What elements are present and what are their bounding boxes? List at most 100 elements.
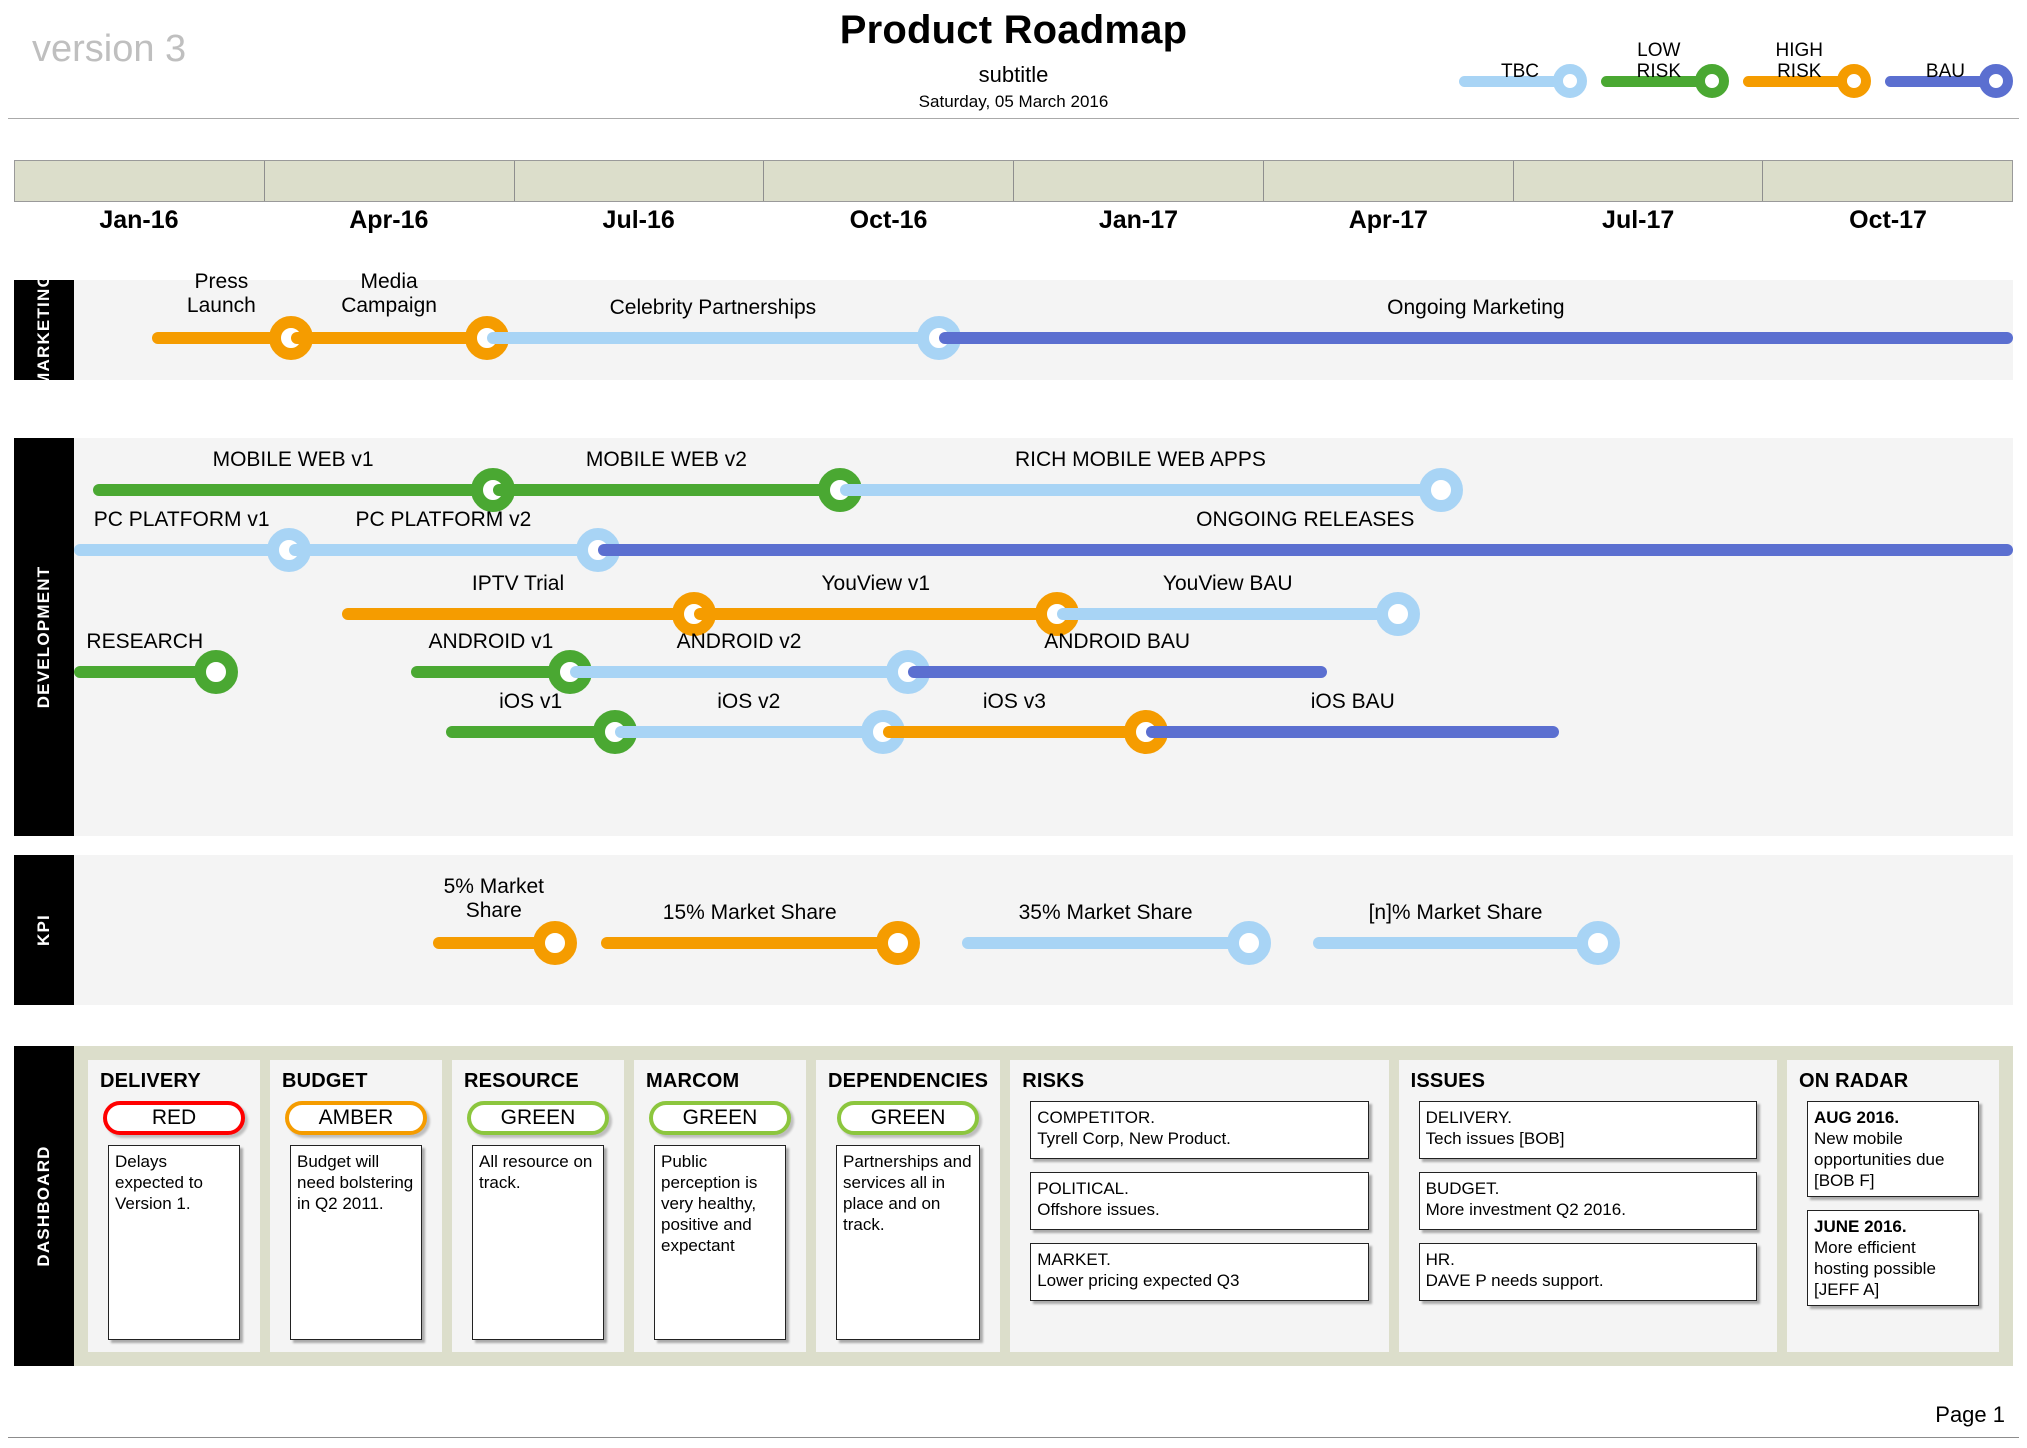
legend-item-high-risk: HIGH RISK <box>1743 40 1871 98</box>
milestone-label: IPTV Trial <box>471 572 565 595</box>
axis-cell <box>764 161 1014 201</box>
milestone-bar[interactable] <box>291 332 487 344</box>
milestone-bar[interactable] <box>614 726 883 738</box>
milestone-bar[interactable] <box>289 544 598 556</box>
milestone-bar[interactable] <box>446 726 615 738</box>
note-heading: HR. <box>1425 1250 1455 1269</box>
milestone-node-icon[interactable] <box>1576 921 1621 965</box>
milestone-label: 35% Market Share <box>1018 901 1193 924</box>
legend-label: HIGH RISK <box>1775 40 1824 82</box>
milestone-label: YouView v1 <box>821 572 931 595</box>
milestone-label: YouView BAU <box>1162 572 1293 595</box>
milestone-node-icon[interactable] <box>1227 921 1272 965</box>
milestone-bar[interactable] <box>839 484 1441 496</box>
note-body: Offshore issues. <box>1037 1200 1160 1219</box>
status-badge[interactable]: GREEN <box>467 1101 609 1135</box>
milestone-bar[interactable] <box>962 937 1250 949</box>
milestone-bar[interactable] <box>93 484 493 496</box>
dashboard-card-marcom: MARCOM GREEN Public perception is very hea… <box>634 1060 806 1352</box>
milestone-bar[interactable] <box>411 666 571 678</box>
status-badge[interactable]: RED <box>103 1101 245 1135</box>
axis-cell <box>1014 161 1264 201</box>
page-number: Page 1 <box>1935 1402 2005 1427</box>
axis-cell <box>1264 161 1514 201</box>
milestone-label: iOS v3 <box>982 690 1046 713</box>
milestone-bar[interactable] <box>487 332 939 344</box>
dashboard-card-issues: ISSUES DELIVERY. Tech issues [BOB] BUDGET. M… <box>1398 1060 1777 1352</box>
legend-node-icon <box>1695 64 1729 98</box>
status-badge[interactable]: AMBER <box>285 1101 427 1135</box>
milestone-bar[interactable] <box>907 666 1327 678</box>
milestone-bar[interactable] <box>938 332 2013 344</box>
milestone-bar[interactable] <box>694 608 1058 620</box>
milestone-bar[interactable] <box>882 726 1147 738</box>
note-heading: BUDGET. <box>1425 1179 1500 1198</box>
card-title: ISSUES <box>1410 1070 1486 1092</box>
note-heading: JUNE 2016. <box>1814 1217 1907 1236</box>
milestone-bar[interactable] <box>74 544 290 556</box>
milestone-label: ANDROID BAU <box>1044 630 1191 653</box>
note-body: New mobile opportunities due [BOB F] <box>1814 1129 1945 1190</box>
lane-development: DEVELOPMENT MOBILE WEB v1 MOBILE WEB v2 RIC… <box>14 438 2013 836</box>
axis-tick-label: Jan-16 <box>99 206 179 234</box>
card-note: HR. DAVE P needs support. <box>1418 1243 1757 1301</box>
milestone-bar[interactable] <box>492 484 840 496</box>
milestone-bar[interactable] <box>597 544 2013 556</box>
milestone-bar[interactable] <box>341 608 695 620</box>
card-title: DEPENDENCIES <box>828 1070 989 1092</box>
card-title: RISKS <box>1022 1070 1085 1092</box>
lane-body: 5% Market Share 15% Market Share 35% Market… <box>74 855 2013 1005</box>
status-badge[interactable]: GREEN <box>649 1101 791 1135</box>
card-note: POLITICAL. Offshore issues. <box>1030 1172 1369 1230</box>
milestone-label: PC PLATFORM v1 <box>93 508 270 531</box>
axis-tick-label: Oct-17 <box>1849 206 1927 234</box>
milestone-label: RICH MOBILE WEB APPS <box>1014 448 1266 471</box>
note-body: DAVE P needs support. <box>1425 1271 1604 1290</box>
note-heading: MARKET. <box>1037 1250 1111 1269</box>
lane-kpi: KPI 5% Market Share 15% Market Share 35% Mar… <box>14 855 2013 1005</box>
note-body: Lower pricing expected Q3 <box>1037 1271 1240 1290</box>
card-note: COMPETITOR. Tyrell Corp, New Product. <box>1030 1101 1369 1159</box>
lane-body: Press Launch Media Campaign Celebrity Partne… <box>74 270 2013 380</box>
axis-cell <box>15 161 265 201</box>
milestone-bar[interactable] <box>1146 726 1560 738</box>
axis-tick-label: Jul-16 <box>602 206 675 234</box>
legend-item-bau: BAU <box>1885 61 2013 98</box>
dashboard-lane: DASHBOARD DELIVERY RED Delays expected to V… <box>14 1046 2013 1366</box>
note-body: More investment Q2 2016. <box>1425 1200 1626 1219</box>
note-heading: POLITICAL. <box>1037 1179 1129 1198</box>
milestone-label: 5% Market Share <box>443 875 544 922</box>
legend-node-icon <box>1979 64 2013 98</box>
card-title: RESOURCE <box>464 1070 579 1092</box>
axis-tick-label: Apr-17 <box>1348 206 1428 234</box>
milestone-label: iOS BAU <box>1310 690 1395 713</box>
card-note: All resource on track. <box>472 1145 604 1340</box>
milestone-label: MOBILE WEB v2 <box>585 448 747 471</box>
lane-body: MOBILE WEB v1 MOBILE WEB v2 RICH MOBILE WE… <box>74 438 2013 836</box>
legend-label: BAU <box>1925 61 1965 82</box>
roadmap-page: version 3 Product Roadmap subtitle Satur… <box>0 0 2027 1448</box>
milestone-node-icon[interactable] <box>1418 468 1463 512</box>
axis-tick-label: Oct-16 <box>849 206 928 234</box>
dashboard-card-dependencies: DEPENDENCIES GREEN Partnerships and servic… <box>816 1060 1001 1352</box>
milestone-bar[interactable] <box>1057 608 1399 620</box>
note-stack: DELIVERY. Tech issues [BOB] BUDGET. More in… <box>1418 1101 1757 1301</box>
milestone-node-icon[interactable] <box>876 921 921 965</box>
milestone-bar[interactable] <box>570 666 908 678</box>
milestone-node-icon[interactable] <box>1376 592 1421 636</box>
lane-label-kpi: KPI <box>14 855 74 1005</box>
milestone-label: 15% Market Share <box>662 901 837 924</box>
footer-divider <box>8 1437 2019 1438</box>
note-body: Tech issues [BOB] <box>1425 1129 1565 1148</box>
note-stack: AUG 2016. New mobile opportunities due [B… <box>1807 1101 1979 1306</box>
status-badge[interactable]: GREEN <box>837 1101 980 1135</box>
axis-tick-label: Apr-16 <box>349 206 429 234</box>
milestone-node-icon[interactable] <box>193 650 238 694</box>
dashboard-card-on-radar: ON RADAR AUG 2016. New mobile opportunitie… <box>1787 1060 1999 1352</box>
axis-tick-label: Jul-17 <box>1602 206 1675 234</box>
card-title: BUDGET <box>282 1070 368 1092</box>
milestone-bar[interactable] <box>601 937 899 949</box>
milestone-node-icon[interactable] <box>532 921 577 965</box>
milestone-bar[interactable] <box>1313 937 1599 949</box>
card-note: Public perception is very healthy, posit… <box>654 1145 786 1340</box>
